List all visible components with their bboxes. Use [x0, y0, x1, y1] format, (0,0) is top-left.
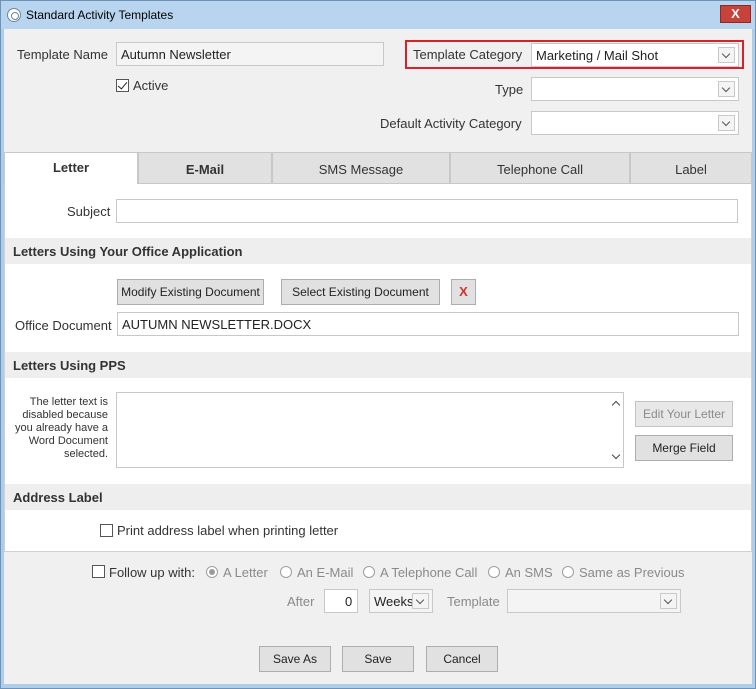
tab-bar: Letter E-Mail SMS Message Telephone Call… [4, 152, 752, 185]
follow-up-checkbox[interactable] [92, 565, 105, 578]
app-icon [7, 8, 21, 22]
tab-sms-message[interactable]: SMS Message [272, 152, 450, 184]
cancel-button[interactable]: Cancel [426, 646, 498, 672]
default-activity-category-label: Default Activity Category [380, 116, 522, 131]
close-button[interactable]: X [720, 5, 751, 23]
active-label: Active [133, 78, 169, 93]
template-category-select[interactable]: Marketing / Mail Shot [531, 43, 739, 67]
scroll-down-icon[interactable] [612, 453, 620, 461]
tab-label[interactable]: Label [630, 152, 752, 184]
follow-up-radio-letter[interactable] [206, 566, 218, 578]
template-category-label: Template Category [413, 47, 523, 62]
address-label-section-heading: Address Label [5, 484, 751, 510]
follow-up-radio-email[interactable] [280, 566, 292, 578]
select-document-button[interactable]: Select Existing Document [281, 279, 440, 305]
after-number-input[interactable]: 0 [324, 589, 358, 613]
default-activity-category-select[interactable] [531, 111, 739, 135]
pps-disabled-note: The letter text is disabled because you … [15, 396, 108, 460]
merge-field-button[interactable]: Merge Field [635, 435, 733, 461]
follow-up-option-telephone: A Telephone Call [380, 565, 478, 580]
scroll-up-icon[interactable] [612, 399, 620, 407]
office-document-field[interactable]: AUTUMN NEWSLETTER.DOCX [117, 312, 739, 336]
chevron-down-icon[interactable] [718, 47, 735, 63]
follow-up-label: Follow up with: [109, 565, 195, 580]
follow-up-template-label: Template [447, 594, 500, 609]
chevron-down-icon[interactable] [412, 593, 429, 609]
print-address-label-checkbox[interactable] [100, 524, 113, 537]
window-title: Standard Activity Templates [26, 8, 174, 22]
template-name-field[interactable]: Autumn Newsletter [116, 42, 384, 66]
dialog-window: Standard Activity Templates X Template N… [0, 0, 756, 689]
remove-document-button[interactable]: X [451, 279, 476, 305]
dialog-body: Template Name Autumn Newsletter Active T… [4, 29, 752, 684]
follow-up-radio-same-as-previous[interactable] [562, 566, 574, 578]
follow-up-radio-telephone[interactable] [363, 566, 375, 578]
save-as-button[interactable]: Save As [259, 646, 331, 672]
print-address-label-text: Print address label when printing letter [117, 523, 339, 538]
letter-panel: Letters Using Your Office Application Mo… [4, 184, 752, 552]
follow-up-radio-sms[interactable] [488, 566, 500, 578]
type-label: Type [495, 82, 524, 97]
template-name-value: Autumn Newsletter [121, 47, 231, 62]
after-number-value: 0 [345, 594, 353, 609]
after-unit-value: Weeks [374, 594, 414, 609]
letter-text-area[interactable] [116, 392, 624, 468]
chevron-down-icon[interactable] [660, 593, 677, 609]
follow-up-option-sms: An SMS [505, 565, 553, 580]
follow-up-option-email: An E-Mail [297, 565, 354, 580]
office-document-label: Office Document [15, 318, 112, 333]
modify-document-button[interactable]: Modify Existing Document [117, 279, 264, 305]
template-name-label: Template Name [17, 47, 109, 62]
office-document-value: AUTUMN NEWSLETTER.DOCX [122, 317, 312, 332]
follow-up-template-select[interactable] [507, 589, 681, 613]
after-unit-select[interactable]: Weeks [369, 589, 433, 613]
edit-your-letter-button[interactable]: Edit Your Letter [635, 401, 733, 427]
subject-input[interactable] [116, 199, 738, 223]
title-bar: Standard Activity Templates X [1, 1, 755, 29]
type-select[interactable] [531, 77, 739, 101]
tab-letter[interactable]: Letter [4, 152, 138, 185]
follow-up-option-same-as-previous: Same as Previous [579, 565, 685, 580]
tab-email[interactable]: E-Mail [138, 152, 272, 184]
template-category-value: Marketing / Mail Shot [536, 48, 659, 63]
tab-telephone-call[interactable]: Telephone Call [450, 152, 630, 184]
after-label: After [287, 594, 315, 609]
save-button[interactable]: Save [342, 646, 414, 672]
chevron-down-icon[interactable] [718, 81, 735, 97]
chevron-down-icon[interactable] [718, 115, 735, 131]
pps-section-heading: Letters Using PPS [5, 352, 751, 378]
office-section-heading: Letters Using Your Office Application [5, 238, 751, 264]
subject-label: Subject [67, 204, 111, 219]
follow-up-option-letter: A Letter [223, 565, 268, 580]
active-checkbox[interactable] [116, 79, 129, 92]
